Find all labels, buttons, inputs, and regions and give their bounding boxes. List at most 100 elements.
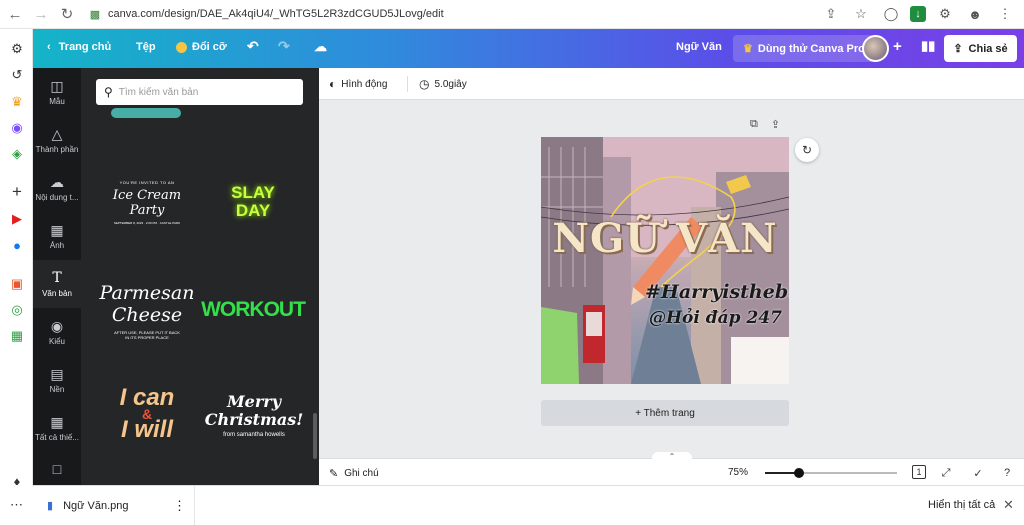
chevron-left-icon: ‹ [47,41,51,53]
share-page-icon[interactable]: ⇪ [820,3,842,25]
rail-item-text[interactable]: T Văn bản [33,260,81,308]
template-workout[interactable]: WORKOUT [201,292,306,328]
template-line: SLAY [231,183,275,202]
image-icon: ▦ [50,222,64,238]
template-line: Cheese [111,304,183,326]
download-item[interactable]: ▮ Ngữ Văn.png ⋮ [33,486,195,525]
user-avatar[interactable] [862,35,889,62]
extensions-puzzle-icon[interactable]: ⚙ [934,3,956,25]
bookmark-star-icon[interactable]: ☆ [850,3,872,25]
search-input[interactable] [118,86,289,98]
template-line: WORKOUT [201,298,306,321]
pro-label: Dùng thử Canva Pro [757,42,865,55]
fullscreen-icon[interactable]: ⤢ [938,465,954,481]
resize-button[interactable]: Đổi cỡ [176,41,227,53]
rail-item-folder[interactable]: □ [33,452,81,485]
panel-scrollbar[interactable] [313,413,317,459]
help-icon[interactable]: ? [999,465,1015,481]
close-icon[interactable]: ✕ [1003,497,1014,513]
add-collaborator-icon[interactable]: + [893,38,902,55]
editor-toolbar: ◐ Hình động ◷ 5.0giây [319,68,1024,100]
notes-button[interactable]: ✎ Ghi chú [329,467,379,480]
design-canvas[interactable]: NGỮ VĂN #Harryisthebest @Hỏi đáp 247 [541,137,789,384]
search-box[interactable]: ⚲ [96,79,303,105]
template-line: from samantha howells [223,431,285,438]
template-ice-cream-party[interactable]: YOU'RE INVITED TO AN Ice Cream Party SEP… [95,176,199,228]
home-button[interactable]: ‹ Trang chủ [47,41,111,53]
sheets-icon[interactable]: ▦ [9,328,25,344]
messenger-icon[interactable]: ◉ [9,120,25,136]
shield-icon[interactable]: ◯ [880,3,902,25]
file-menu[interactable]: Tệp [136,41,156,53]
redo-icon[interactable]: ↷ [278,38,290,55]
zoom-value[interactable]: 75% [728,467,748,478]
crown-app-icon[interactable]: ♛ [9,94,25,110]
canva-topbar: ‹ Trang chủ Tệp Đổi cỡ ↶ ↷ ☁ Ngữ Văn ♛ D… [33,29,1024,68]
address-bar[interactable]: ▩ canva.com/design/DAE_Ak4qiU4/_WhTG5L2R… [88,3,828,25]
editor-footer: ⌃ ✎ Ghi chú 75% 1 ⤢ ✓ ? [319,452,1024,485]
upload-share-icon: ⇪ [953,43,963,55]
rail-item-photos[interactable]: ▦ Ảnh [33,212,81,260]
rail-item-templates[interactable]: ◫ Mẫu [33,68,81,116]
show-all-downloads[interactable]: Hiển thị tất cả [928,499,995,511]
template-line: Merry [226,391,282,411]
youtube-icon[interactable]: ▶ [9,211,25,227]
template-parmesan-cheese[interactable]: Parmesan Cheese AFTER USE, PLEASE PUT IT… [95,274,199,348]
rail-item-background[interactable]: ▤ Nền [33,356,81,404]
zoom-slider[interactable] [765,468,897,478]
template-slay-day[interactable]: SLAY DAY [209,178,297,226]
download-icon[interactable]: ↓ [910,6,926,22]
add-app-icon[interactable]: + [9,182,25,201]
animate-button[interactable]: ◐ Hình động [329,77,387,91]
canva-pro-trial-button[interactable]: ♛ Dùng thử Canva Pro [733,35,875,62]
duration-button[interactable]: ◷ 5.0giây [419,77,467,91]
regenerate-icon[interactable]: ↻ [795,138,819,162]
gamepad-icon[interactable]: ◈ [9,146,25,162]
rail-item-styles[interactable]: ◉ Kiểu [33,308,81,356]
more-options-icon[interactable]: ⋮ [173,498,186,514]
text-icon: T [52,270,62,286]
text-panel: ⚲ YOU'RE INVITED TO AN Ice Cream Party S… [81,68,319,485]
rail-item-elements[interactable]: △ Thành phần [33,116,81,164]
design-title[interactable]: NGỮ VĂN [541,215,789,262]
forward-arrow-icon[interactable]: → [30,3,52,25]
browser-toolbar: ← → ↻ ▩ canva.com/design/DAE_Ak4qiU4/_Wh… [0,0,1024,29]
rail-item-uploads[interactable]: ☁ Nội dung t... [33,164,81,212]
design-handle[interactable]: @Hỏi đáp 247 [649,308,789,328]
palette-icon: ◉ [50,318,64,334]
os-sidebar: ⚙ ↺ ♛ ◉ ◈ + ▶ ● ▣ ◎ ▦ ♦ [0,29,33,489]
add-page-icon[interactable]: ⇪ [771,118,780,131]
browser-menu-icon[interactable]: ⋮ [994,3,1016,25]
design-hashtag[interactable]: #Harryisthebest [645,281,789,303]
template-merry-christmas[interactable]: Merry Christmas! from samantha howells [205,386,304,444]
workspace: ◐ Hình động ◷ 5.0giây ⧉ ⇪ NGỮ VĂN #Harry… [319,68,1024,485]
tool-rail: ◫ Mẫu △ Thành phần ☁ Nội dung t... ▦ Ảnh… [33,68,81,485]
rail-item-all-apps[interactable]: ▦ Tất cả thiế... [33,404,81,452]
shopee-icon[interactable]: ▣ [9,276,25,292]
history-icon[interactable]: ↺ [9,67,25,83]
zoom-slider-handle[interactable] [794,468,805,478]
back-arrow-icon[interactable]: ← [4,3,26,25]
more-dots-icon[interactable]: ⋯ [10,497,23,513]
document-title[interactable]: Ngữ Văn [676,41,722,53]
file-icon: ▮ [47,500,54,512]
chevron-up-icon[interactable]: ⌃ [652,452,692,461]
check-circle-icon[interactable]: ✓ [970,465,986,481]
crown-icon: ♛ [743,43,753,55]
analytics-chart-icon[interactable]: ▮▮ [921,38,935,54]
reload-icon[interactable]: ↻ [56,3,78,25]
coin-icon [176,41,187,53]
undo-icon[interactable]: ↶ [247,38,259,55]
app-green-icon[interactable]: ◎ [9,302,25,318]
facebook-icon[interactable]: ● [9,237,25,253]
duplicate-page-icon[interactable]: ⧉ [750,118,758,131]
cloud-save-icon[interactable]: ☁ [314,39,327,55]
share-button[interactable]: ⇪ Chia sẻ [944,35,1017,62]
template-i-can-i-will[interactable]: I can & I will [101,384,193,444]
add-page-button[interactable]: + Thêm trang [541,400,789,426]
animate-icon: ◐ [329,77,337,91]
settings-gear-icon[interactable]: ⚙ [9,41,25,57]
page-count[interactable]: 1 [912,465,926,479]
template-line: AFTER USE, PLEASE PUT IT BACK IN ITS PRO… [114,330,180,340]
profile-icon[interactable]: ☻ [964,3,986,25]
